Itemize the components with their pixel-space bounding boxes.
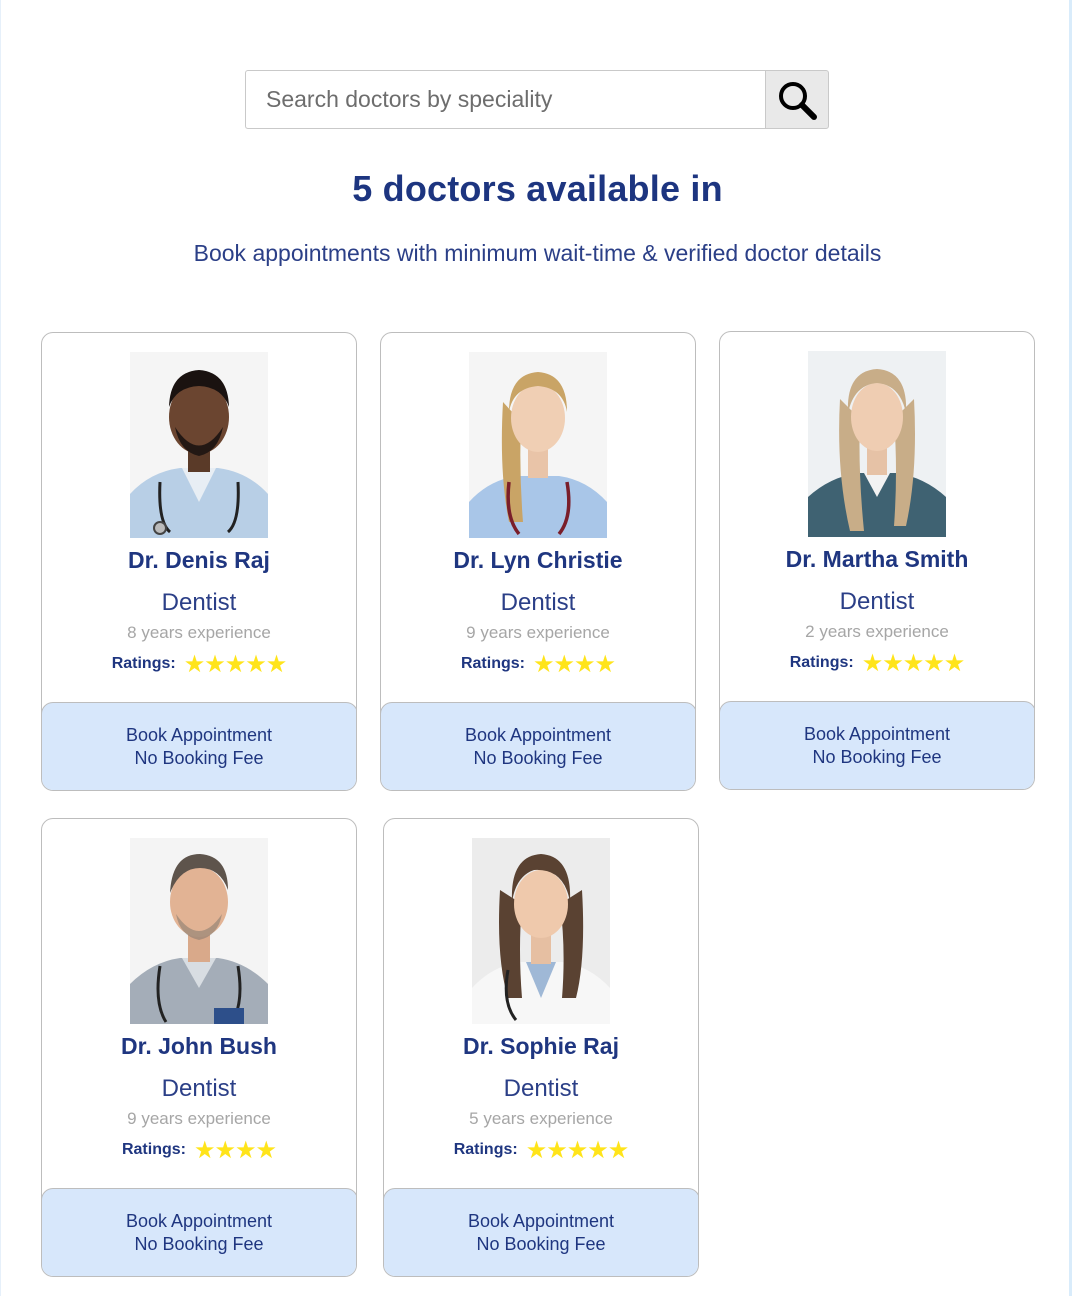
no-booking-fee-label: No Booking Fee <box>134 1233 264 1254</box>
rating-stars: ★ ★ ★ ★ ★ <box>183 650 288 678</box>
doctor-card: Dr. John Bush Dentist 9 years experience… <box>41 818 357 1277</box>
doctor-card: Dr. Lyn Christie Dentist 9 years experie… <box>380 332 696 791</box>
search-icon <box>779 81 818 120</box>
book-appointment-button[interactable]: Book Appointment No Booking Fee <box>381 701 695 790</box>
star-icon: ★ <box>204 650 226 678</box>
doctor-name: Dr. Martha Smith <box>785 546 969 572</box>
doctor-speciality: Dentist <box>503 1075 579 1102</box>
star-icon: ★ <box>566 1136 589 1164</box>
search-bar <box>245 70 829 129</box>
ratings-label: Ratings: <box>460 655 525 672</box>
star-icon: ★ <box>235 1136 257 1164</box>
book-appointment-button[interactable]: Book Appointment No Booking Fee <box>42 701 356 790</box>
star-icon: ★ <box>525 1136 548 1164</box>
star-icon: ★ <box>594 650 617 678</box>
star-icon: ★ <box>923 649 945 677</box>
star-icon: ★ <box>245 650 267 678</box>
doctor-ratings: Ratings: ★ ★ ★ ★ ★ <box>42 652 356 676</box>
doctor-speciality: Dentist <box>500 589 576 616</box>
doctor-name: Dr. Sophie Raj <box>463 1033 619 1059</box>
star-icon: ★ <box>574 650 596 678</box>
star-icon: ★ <box>224 650 247 678</box>
doctor-photo <box>472 838 610 1024</box>
doctor-card: Dr. Martha Smith Dentist 2 years experie… <box>719 331 1035 790</box>
star-icon: ★ <box>861 649 884 677</box>
book-appointment-button[interactable]: Book Appointment No Booking Fee <box>384 1187 698 1276</box>
star-icon: ★ <box>193 1136 216 1164</box>
book-appointment-label: Book Appointment <box>125 1210 273 1231</box>
star-icon: ★ <box>607 1136 630 1164</box>
book-appointment-label: Book Appointment <box>467 1210 615 1231</box>
book-appointment-button[interactable]: Book Appointment No Booking Fee <box>720 700 1034 789</box>
search-input[interactable] <box>245 70 766 129</box>
no-booking-fee-label: No Booking Fee <box>812 746 942 767</box>
star-icon: ★ <box>587 1136 609 1164</box>
doctor-experience: 2 years experience <box>805 622 949 641</box>
rating-stars: ★ ★ ★ ★ ★ <box>525 1136 630 1164</box>
doctor-photo <box>469 352 607 538</box>
doctor-name: Dr. Denis Raj <box>128 547 270 573</box>
results-subtitle: Book appointments with minimum wait-time… <box>193 240 882 266</box>
doctor-ratings: Ratings: ★ ★ ★ ★ ★ <box>384 1138 698 1162</box>
book-appointment-button[interactable]: Book Appointment No Booking Fee <box>42 1187 356 1276</box>
star-icon: ★ <box>532 650 555 678</box>
doctor-card: Dr. Denis Raj Dentist 8 years experience… <box>41 332 357 791</box>
ratings-label: Ratings: <box>789 654 854 671</box>
doctor-speciality: Dentist <box>161 589 237 616</box>
star-icon: ★ <box>214 1136 236 1164</box>
no-booking-fee-label: No Booking Fee <box>134 747 264 768</box>
doctor-speciality: Dentist <box>839 588 915 615</box>
rating-stars: ★ ★ ★ ★ <box>193 1136 278 1164</box>
star-icon: ★ <box>943 649 966 677</box>
ratings-label: Ratings: <box>111 655 176 672</box>
doctor-card: Dr. Sophie Raj Dentist 5 years experienc… <box>383 818 699 1277</box>
star-icon: ★ <box>882 649 904 677</box>
results-title: 5 doctors available in <box>352 168 723 209</box>
doctor-experience: 9 years experience <box>127 1109 271 1128</box>
star-icon: ★ <box>546 1136 568 1164</box>
doctor-ratings: Ratings: ★ ★ ★ ★ <box>42 1138 356 1162</box>
rating-stars: ★ ★ ★ ★ <box>532 650 617 678</box>
rating-stars: ★ ★ ★ ★ ★ <box>861 649 966 677</box>
book-appointment-label: Book Appointment <box>464 724 612 745</box>
search-button[interactable] <box>765 70 829 129</box>
star-icon: ★ <box>255 1136 278 1164</box>
no-booking-fee-label: No Booking Fee <box>473 747 603 768</box>
book-appointment-label: Book Appointment <box>803 723 951 744</box>
ratings-label: Ratings: <box>453 1141 518 1158</box>
doctor-ratings: Ratings: ★ ★ ★ ★ ★ <box>720 651 1034 675</box>
star-icon: ★ <box>265 650 288 678</box>
doctor-experience: 5 years experience <box>469 1109 613 1128</box>
no-booking-fee-label: No Booking Fee <box>476 1233 606 1254</box>
doctor-photo <box>130 838 268 1024</box>
doctor-ratings: Ratings: ★ ★ ★ ★ <box>381 652 695 676</box>
doctor-photo <box>808 351 946 537</box>
star-icon: ★ <box>902 649 925 677</box>
ratings-label: Ratings: <box>121 1141 186 1158</box>
star-icon: ★ <box>183 650 206 678</box>
doctor-name: Dr. Lyn Christie <box>453 547 623 573</box>
book-appointment-label: Book Appointment <box>125 724 273 745</box>
doctor-photo <box>130 352 268 538</box>
doctor-experience: 9 years experience <box>466 623 610 642</box>
doctor-name: Dr. John Bush <box>121 1033 277 1059</box>
doctor-experience: 8 years experience <box>127 623 271 642</box>
star-icon: ★ <box>553 650 575 678</box>
doctor-speciality: Dentist <box>161 1075 237 1102</box>
